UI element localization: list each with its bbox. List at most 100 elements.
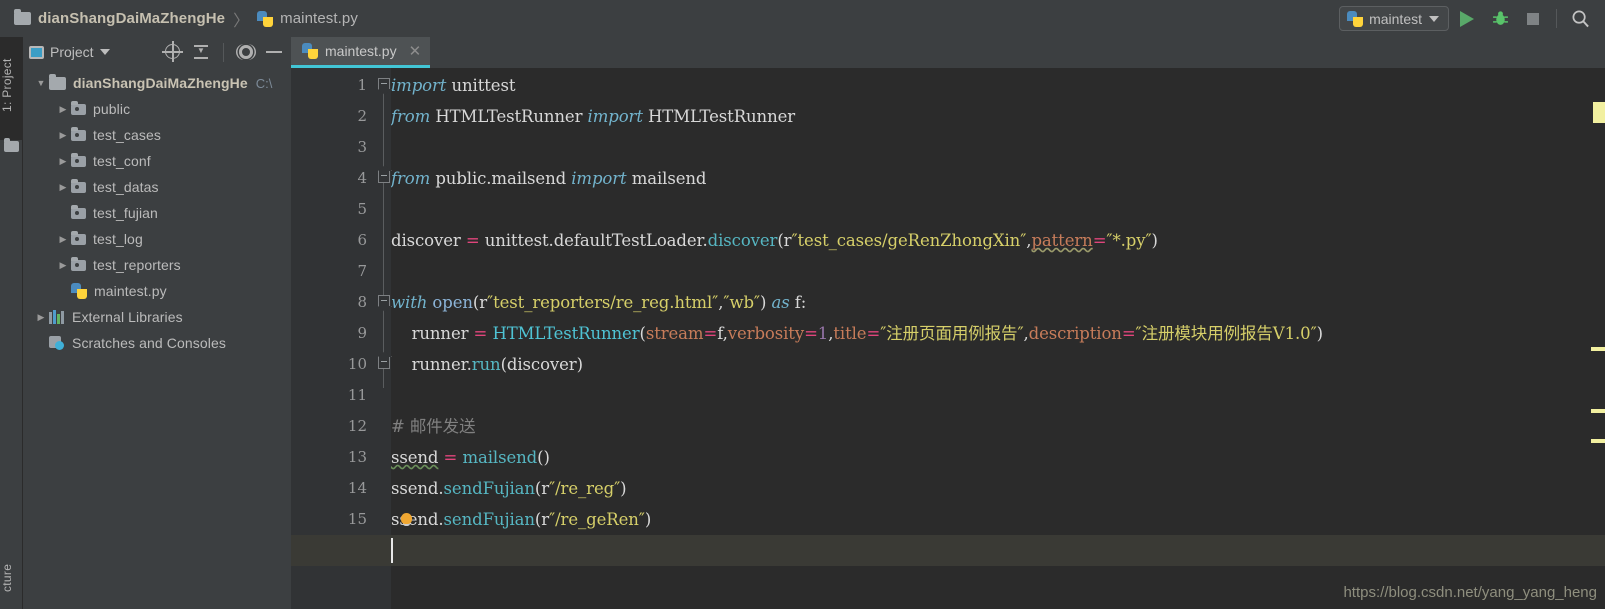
code-token: =: [866, 324, 881, 343]
project-panel-header: Project: [23, 37, 291, 67]
code-token: (discover): [500, 355, 583, 374]
warning-marker[interactable]: [1591, 409, 1605, 413]
editor-area: maintest.py ✕ 12345678910111213141516 im…: [291, 37, 1605, 609]
line-number: 4: [357, 169, 367, 187]
line-number: 7: [357, 262, 367, 280]
folder-icon: [14, 9, 31, 25]
tree-item-label: test_log: [93, 231, 143, 247]
code-token: as: [771, 293, 790, 312]
code-fold-toggle[interactable]: [378, 78, 390, 89]
code-token: ssend: [391, 448, 439, 467]
python-file-icon: [257, 10, 274, 27]
tree-item-test-reporters[interactable]: ▶ test_reporters: [23, 252, 291, 278]
intention-lightbulb-icon[interactable]: [401, 513, 412, 524]
code-token: =: [804, 324, 818, 343]
tree-item-label: test_conf: [93, 153, 151, 169]
twisty-collapsed-icon[interactable]: ▶: [55, 156, 71, 167]
twisty-collapsed-icon[interactable]: ▶: [55, 260, 71, 271]
code-token: import: [571, 169, 627, 188]
code-token: from: [391, 169, 431, 188]
debug-button[interactable]: [1485, 4, 1515, 34]
code-line-10: runner.run(discover): [391, 349, 583, 380]
rail-tab-structure[interactable]: cture: [0, 547, 23, 609]
chevron-down-icon[interactable]: [99, 49, 110, 55]
project-tree: ▼ dianShangDaiMaZhengHe C:\ ▶ public ▶ test_ca…: [23, 67, 291, 356]
run-play-icon: [1460, 10, 1474, 27]
warning-marker[interactable]: [1591, 347, 1605, 351]
code-token: 1: [817, 324, 829, 343]
scratches-icon: [49, 336, 65, 350]
code-token: ): [1316, 324, 1323, 343]
locate-icon[interactable]: [162, 41, 184, 63]
code-fold-gutter[interactable]: [377, 68, 391, 609]
code-token: unittest: [446, 76, 516, 95]
breadcrumb-item-project[interactable]: dianShangDaiMaZhengHe: [14, 9, 225, 27]
code-token: description: [1028, 324, 1122, 343]
breadcrumb-item-file[interactable]: maintest.py: [257, 10, 358, 27]
warning-marker[interactable]: [1593, 102, 1605, 123]
current-line-highlight: [291, 535, 1605, 566]
code-token: HTMLTestRunner: [642, 107, 796, 126]
error-marker-gutter[interactable]: [1591, 99, 1605, 609]
tree-item-maintest-py[interactable]: maintest.py: [23, 278, 291, 304]
code-line-8: with open(r″test_reporters/re_reg.html″,…: [391, 287, 806, 318]
code-token: ″/re_reg″: [549, 479, 621, 498]
twisty-collapsed-icon[interactable]: ▶: [55, 182, 71, 193]
line-number: 11: [347, 386, 367, 404]
twisty-collapsed-icon[interactable]: ▶: [55, 130, 71, 141]
stop-button[interactable]: [1518, 4, 1548, 34]
main-toolbar: maintest: [1339, 0, 1595, 37]
twisty-collapsed-icon[interactable]: ▶: [55, 234, 71, 245]
tree-item-scratches-and-consoles[interactable]: Scratches and Consoles: [23, 330, 291, 356]
collapse-all-icon[interactable]: [190, 41, 212, 63]
tree-item-test-log[interactable]: ▶ test_log: [23, 226, 291, 252]
run-configuration-selector[interactable]: maintest: [1339, 6, 1449, 31]
tree-item-test-conf[interactable]: ▶ test_conf: [23, 148, 291, 174]
code-line-12: # 邮件发送: [391, 411, 476, 442]
editor-tab-maintest[interactable]: maintest.py ✕: [291, 37, 431, 68]
search-everywhere-button[interactable]: [1565, 4, 1595, 34]
code-token: HTMLTestRunner: [430, 107, 588, 126]
code-token: mailsend: [626, 169, 707, 188]
tree-item-test-fujian[interactable]: test_fujian: [23, 200, 291, 226]
run-button[interactable]: [1452, 4, 1482, 34]
close-icon[interactable]: ✕: [404, 42, 422, 60]
line-number: 2: [357, 107, 367, 125]
tree-item-dianshangdaimazhenghe[interactable]: ▼ dianShangDaiMaZhengHe C:\: [23, 70, 291, 96]
code-text-area[interactable]: import unittest from HTMLTestRunner impor…: [391, 68, 1605, 609]
code-token: ): [1151, 231, 1158, 250]
warning-marker[interactable]: [1591, 439, 1605, 443]
tree-item-test-cases[interactable]: ▶ test_cases: [23, 122, 291, 148]
code-token: =: [703, 324, 718, 343]
code-token: =: [1121, 324, 1136, 343]
code-fold-toggle[interactable]: [378, 171, 390, 183]
tree-item-label: test_fujian: [93, 205, 158, 221]
code-token: ″wb″: [723, 293, 760, 312]
chevron-down-icon: [1429, 15, 1439, 22]
rail-tab-project[interactable]: 1: Project: [0, 37, 23, 140]
hide-minus-icon[interactable]: [263, 41, 285, 63]
code-token: open: [432, 293, 473, 312]
code-token: ″注册页面用例报告″: [880, 324, 1024, 343]
tree-item-external-libraries[interactable]: ▶ External Libraries: [23, 304, 291, 330]
code-token: ssend.: [391, 510, 444, 529]
code-token: with: [391, 293, 428, 312]
tree-item-label: test_reporters: [93, 257, 181, 273]
gear-settings-icon[interactable]: [235, 41, 257, 63]
tree-item-label: maintest.py: [94, 283, 167, 299]
code-token: sendFujian: [443, 479, 535, 498]
code-fold-toggle[interactable]: [378, 295, 390, 306]
code-fold-toggle[interactable]: [378, 357, 390, 369]
line-number: 15: [347, 510, 367, 528]
tree-item-public[interactable]: ▶ public: [23, 96, 291, 122]
tree-item-test-datas[interactable]: ▶ test_datas: [23, 174, 291, 200]
twisty-collapsed-icon[interactable]: ▶: [55, 104, 71, 115]
code-line-6: discover = unittest.defaultTestLoader.di…: [391, 225, 1158, 256]
code-editor[interactable]: 12345678910111213141516 import unittestf…: [291, 68, 1605, 609]
code-token: (r: [534, 510, 550, 529]
twisty-expanded-icon[interactable]: ▼: [33, 78, 49, 88]
twisty-collapsed-icon[interactable]: ▶: [33, 312, 49, 323]
run-configuration-label: maintest: [1369, 10, 1422, 27]
project-panel-title: Project: [50, 44, 94, 60]
code-line-15: ssend.sendFujian(r″/re_geRen″): [391, 504, 651, 535]
